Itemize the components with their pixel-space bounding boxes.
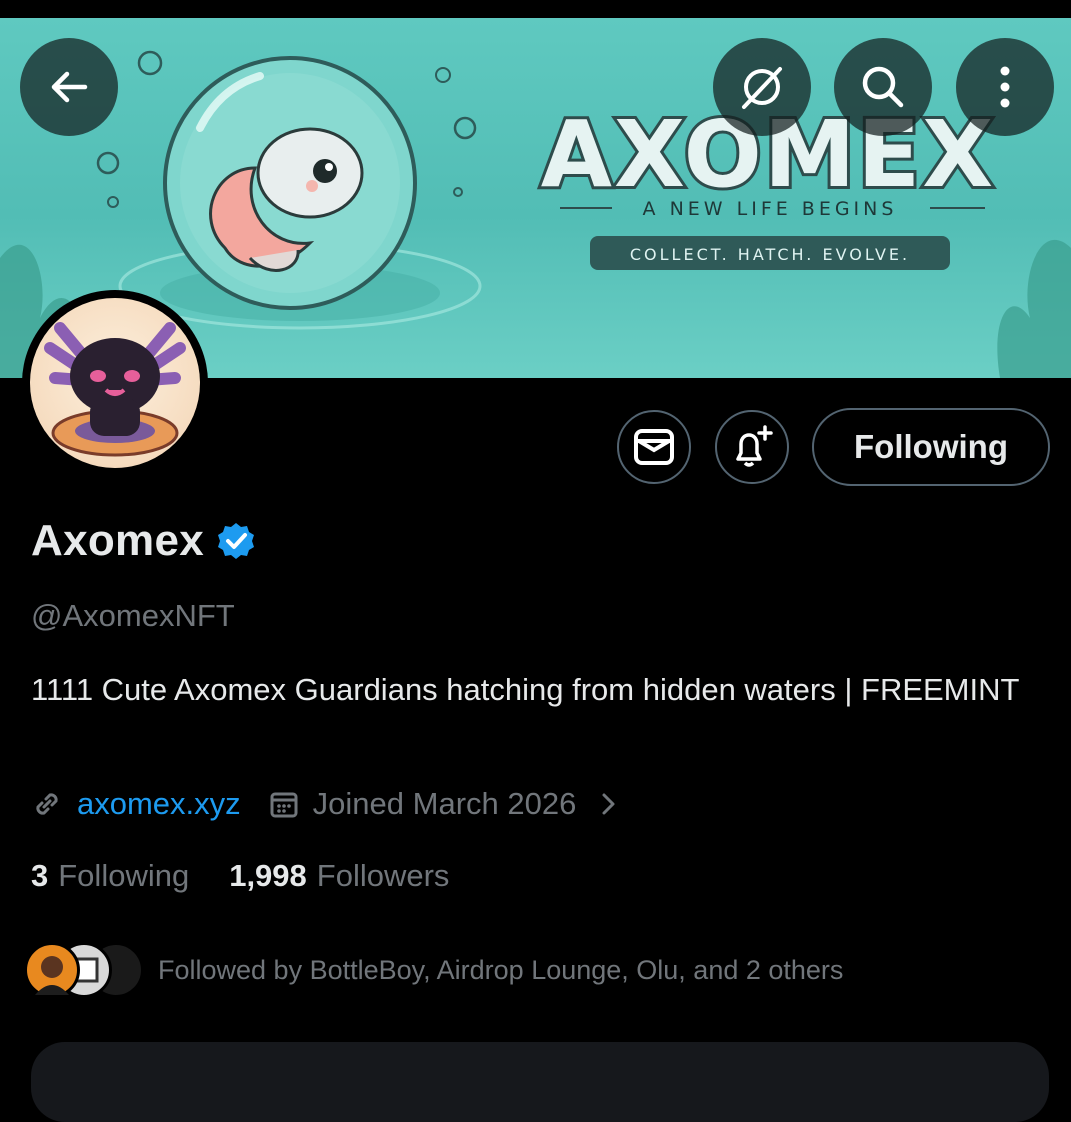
profile-meta: axomex.xyz Joined March 2026 [31, 786, 620, 822]
following-label: Following [58, 858, 190, 893]
calendar-icon [270, 792, 298, 818]
follow-stats: 3 Following 1,998 Followers [31, 858, 449, 894]
followers-stat[interactable]: 1,998 Followers [229, 858, 449, 894]
website-link[interactable]: axomex.xyz [77, 786, 241, 822]
back-button[interactable] [20, 38, 118, 136]
bell-plus-icon [736, 425, 773, 467]
banner-tagline: A NEW LIFE BEGINS [643, 198, 898, 220]
display-name: Axomex [31, 516, 204, 565]
profile-name-row: Axomex [31, 516, 256, 566]
avatar [30, 298, 200, 468]
followers-count: 1,998 [229, 858, 307, 893]
more-button[interactable] [956, 38, 1054, 136]
bottom-card[interactable] [31, 1042, 1049, 1122]
following-count: 3 [31, 858, 49, 893]
followed-by-row[interactable]: Followed by BottleBoy, Airdrop Lounge, O… [24, 942, 843, 998]
following-button-label: Following [854, 428, 1008, 465]
search-icon [862, 66, 904, 108]
following-stat[interactable]: 3 Following [31, 858, 189, 894]
follower-avatar [24, 942, 80, 998]
follower-avatar-image [35, 956, 69, 995]
verified-badge-icon[interactable] [216, 521, 256, 561]
search-button[interactable] [834, 38, 932, 136]
avatar-axolotl-image [44, 322, 186, 457]
message-button[interactable] [617, 410, 691, 484]
avatar-frame[interactable] [22, 290, 208, 476]
grok-icon [742, 67, 782, 109]
link-icon [36, 793, 58, 815]
following-button[interactable]: Following [812, 408, 1050, 486]
envelope-icon [634, 429, 674, 465]
grok-button[interactable] [713, 38, 811, 136]
profile-handle: @AxomexNFT [31, 598, 235, 633]
banner-slogan: COLLECT. HATCH. EVOLVE. [630, 245, 910, 264]
joined-date: Joined March 2026 [312, 786, 577, 821]
notifications-button[interactable] [715, 410, 789, 484]
arrow-left-icon [51, 71, 88, 103]
followed-by-text: Followed by BottleBoy, Airdrop Lounge, O… [158, 954, 844, 985]
status-bar [0, 0, 1071, 18]
followers-label: Followers [316, 858, 450, 893]
more-vertical-icon [1000, 66, 1010, 108]
profile-bio: 1111 Cute Axomex Guardians hatching from… [31, 672, 1020, 707]
chevron-right-icon[interactable] [598, 789, 620, 819]
